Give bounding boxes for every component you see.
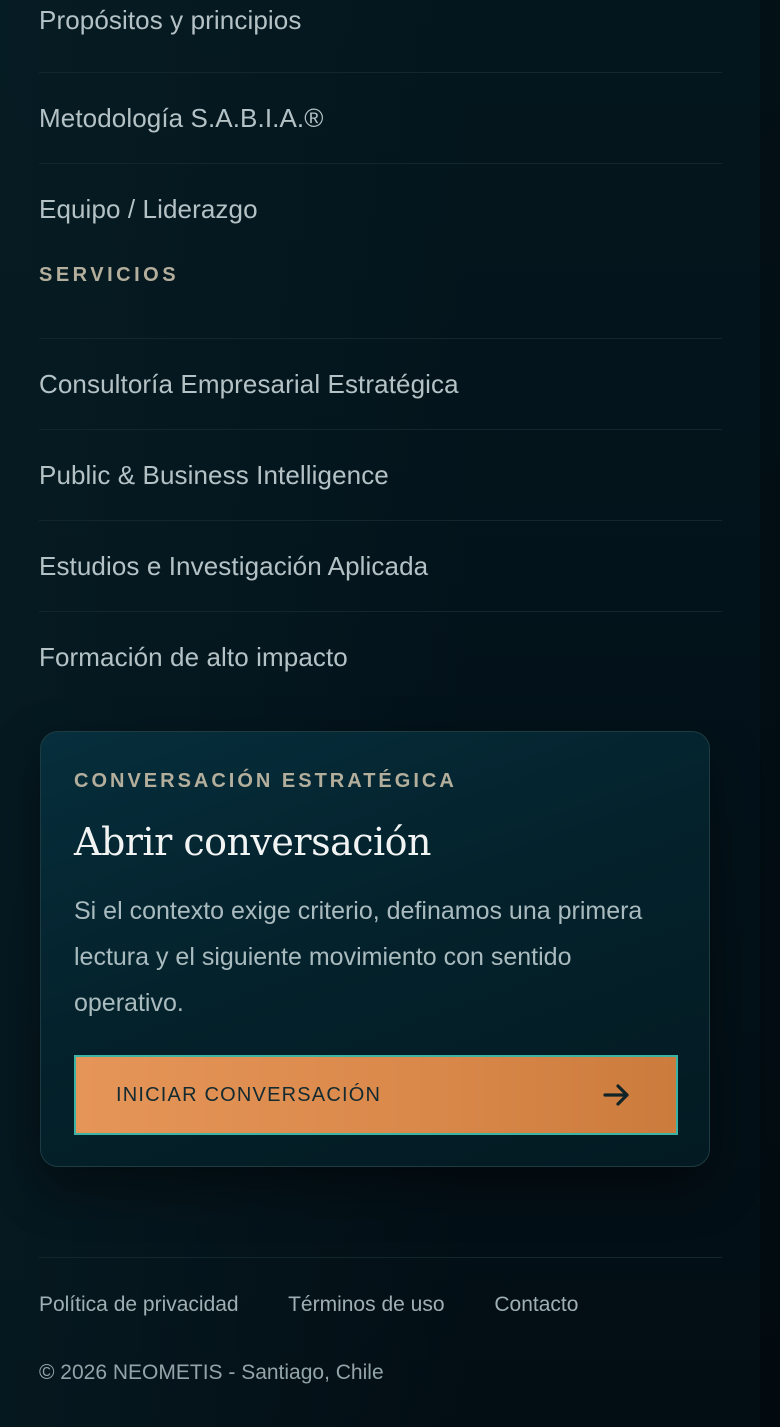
copyright-notice: © 2026 NEOMETIS - Santiago, Chile <box>39 1361 384 1384</box>
privacy-policy-link[interactable]: Política de privacidad <box>39 1293 239 1316</box>
start-conversation-button[interactable]: INICIAR CONVERSACIÓN <box>74 1055 678 1135</box>
terms-of-use-link[interactable]: Términos de uso <box>288 1293 444 1316</box>
nav-link-consultoria[interactable]: Consultoría Empresarial Estratégica <box>39 339 722 430</box>
contact-link[interactable]: Contacto <box>494 1293 578 1316</box>
cta-title: Abrir conversación <box>74 820 432 864</box>
start-conversation-label: INICIAR CONVERSACIÓN <box>116 1084 382 1106</box>
footer-nav-services: Consultoría Empresarial Estratégica Publ… <box>39 338 722 702</box>
nav-link-propositos[interactable]: Propósitos y principios <box>39 0 722 73</box>
nav-link-estudios[interactable]: Estudios e Investigación Aplicada <box>39 521 722 612</box>
nav-link-metodologia[interactable]: Metodología S.A.B.I.A.® <box>39 73 722 164</box>
footer-divider <box>39 1257 722 1258</box>
nav-link-intelligence[interactable]: Public & Business Intelligence <box>39 430 722 521</box>
nav-link-equipo[interactable]: Equipo / Liderazgo <box>39 164 722 254</box>
page-edge-shade <box>760 0 780 1427</box>
arrow-right-icon <box>603 1084 629 1106</box>
footer-nav-about: Propósitos y principios Metodología S.A.… <box>39 0 722 254</box>
services-section-label: SERVICIOS <box>39 264 180 286</box>
cta-description: Si el contexto exige criterio, definamos… <box>74 897 643 1017</box>
nav-link-formacion[interactable]: Formación de alto impacto <box>39 612 722 702</box>
conversation-cta-card: CONVERSACIÓN ESTRATÉGICA Abrir conversac… <box>40 731 710 1167</box>
footer-legal-links: Política de privacidad Términos de uso C… <box>39 1293 622 1317</box>
cta-kicker: CONVERSACIÓN ESTRATÉGICA <box>74 770 457 792</box>
